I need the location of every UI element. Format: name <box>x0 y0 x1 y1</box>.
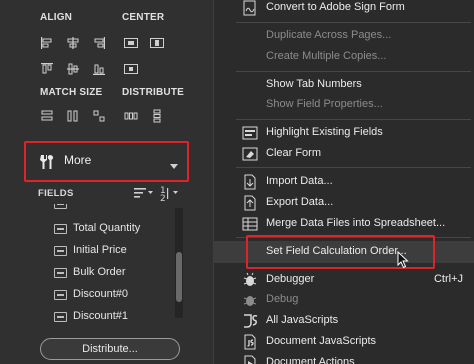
menu-item-label: Document Actions <box>266 356 355 364</box>
text-field-icon <box>54 246 67 256</box>
match-width-icon[interactable] <box>40 109 54 123</box>
match-both-icon[interactable] <box>92 109 106 123</box>
scrollbar-thumb[interactable] <box>176 252 182 302</box>
menu-item-create-multiple-copies[interactable]: Create Multiple Copies... <box>214 46 474 68</box>
list-item[interactable]: Discount#0 <box>50 286 174 304</box>
mouse-cursor-icon <box>397 250 409 269</box>
text-field-icon <box>54 268 67 278</box>
distribute-horizontal-icon[interactable] <box>124 109 138 123</box>
text-field-icon <box>54 224 67 234</box>
menu-item-label: Convert to Adobe Sign Form <box>266 1 405 13</box>
list-item[interactable]: Total Quantity <box>50 220 174 238</box>
sort-fields-icon[interactable] <box>134 186 154 200</box>
menu-divider <box>236 119 471 120</box>
center-horizontal-icon[interactable] <box>124 36 138 50</box>
menu-item-export-data[interactable]: Export Data... <box>214 192 474 214</box>
svg-text:2: 2 <box>160 194 166 202</box>
list-item[interactable]: Bulk Order <box>50 264 174 282</box>
menu-item-clear-form[interactable]: Clear Form <box>214 143 474 165</box>
document-javascript-icon <box>242 334 258 350</box>
merge-data-icon <box>242 216 258 232</box>
highlight-fields-icon <box>242 125 258 141</box>
menu-item-debug[interactable]: Debug <box>214 289 474 311</box>
menu-item-highlight-existing-fields[interactable]: Highlight Existing Fields <box>214 122 474 144</box>
menu-item-label: Debug <box>266 293 299 305</box>
align-bottom-icon[interactable] <box>92 62 106 76</box>
fields-label: FIELDS <box>38 188 74 199</box>
align-middle-icon[interactable] <box>66 62 80 76</box>
fields-list: Total Quantity Initial Price Bulk Order … <box>50 204 174 328</box>
field-label: Discount#0 <box>73 288 129 300</box>
tab-order-icon[interactable]: 12 <box>160 184 180 204</box>
menu-item-document-javascripts[interactable]: Document JavaScripts <box>214 331 474 353</box>
center-title: CENTER <box>122 12 165 23</box>
menu-divider <box>236 167 471 168</box>
match-size-title: MATCH SIZE <box>40 87 103 98</box>
menu-item-label: Debugger <box>266 273 315 285</box>
prepare-form-panel: ALIGN CENTER MATCH SIZE DISTRIBUTE More … <box>0 0 213 364</box>
menu-item-shortcut: Ctrl+J <box>433 273 463 285</box>
debug-icon <box>242 292 258 308</box>
text-field-icon <box>54 312 67 322</box>
menu-item-label: Duplicate Across Pages... <box>266 29 392 41</box>
menu-divider <box>236 22 471 23</box>
menu-item-show-tab-numbers[interactable]: Show Tab Numbers <box>214 74 474 96</box>
menu-item-label: Show Field Properties... <box>266 98 383 110</box>
list-item[interactable]: Discount#1 <box>50 308 174 326</box>
menu-divider <box>236 71 471 72</box>
menu-item-all-javascripts[interactable]: All JavaScripts <box>214 310 474 332</box>
distribute-vertical-icon[interactable] <box>150 109 164 123</box>
more-menu: Convert to Adobe Sign Form Duplicate Acr… <box>213 0 474 364</box>
menu-item-merge-data-files[interactable]: Merge Data Files into Spreadsheet... <box>214 213 474 235</box>
clear-form-icon <box>242 146 258 162</box>
menu-item-label: Show Tab Numbers <box>266 78 362 90</box>
highlight-box-more <box>24 141 189 182</box>
align-right-icon[interactable] <box>92 36 106 50</box>
field-label: Bulk Order <box>73 266 126 278</box>
menu-item-convert-to-adobe-sign[interactable]: Convert to Adobe Sign Form <box>214 0 474 19</box>
menu-item-show-field-properties[interactable]: Show Field Properties... <box>214 94 474 116</box>
distribute-title: DISTRIBUTE <box>122 87 184 98</box>
menu-item-label: Clear Form <box>266 147 322 159</box>
align-left-icon[interactable] <box>40 36 54 50</box>
distribute-button[interactable]: Distribute... <box>40 338 180 360</box>
center-both-icon[interactable] <box>124 62 138 76</box>
menu-item-document-actions[interactable]: Document Actions <box>214 352 474 364</box>
list-item[interactable]: Initial Price <box>50 242 174 260</box>
export-data-icon <box>242 195 258 211</box>
menu-item-label: All JavaScripts <box>266 314 339 326</box>
list-item[interactable] <box>50 204 174 213</box>
fields-scrollbar[interactable] <box>175 208 183 318</box>
center-vertical-icon[interactable] <box>150 36 164 50</box>
debugger-icon <box>242 272 258 288</box>
sign-form-icon <box>242 0 258 16</box>
menu-item-label: Highlight Existing Fields <box>266 126 383 138</box>
menu-item-duplicate-across-pages[interactable]: Duplicate Across Pages... <box>214 25 474 47</box>
text-field-icon <box>54 290 67 300</box>
align-title: ALIGN <box>40 12 73 23</box>
menu-item-label: Merge Data Files into Spreadsheet... <box>266 217 446 229</box>
menu-item-label: Create Multiple Copies... <box>266 50 387 62</box>
import-data-icon <box>242 174 258 190</box>
field-label: Initial Price <box>73 244 127 256</box>
menu-item-label: Import Data... <box>266 175 333 187</box>
menu-item-label: Document JavaScripts <box>266 335 377 347</box>
javascript-icon <box>242 313 258 329</box>
align-top-icon[interactable] <box>40 62 54 76</box>
field-label: Discount#1 <box>73 310 129 322</box>
document-actions-icon <box>242 355 258 364</box>
menu-item-import-data[interactable]: Import Data... <box>214 171 474 193</box>
menu-item-debugger[interactable]: Debugger Ctrl+J <box>214 269 474 291</box>
align-center-icon[interactable] <box>66 36 80 50</box>
field-label: Total Quantity <box>73 222 141 234</box>
menu-item-label: Export Data... <box>266 196 334 208</box>
match-height-icon[interactable] <box>66 109 80 123</box>
text-field-icon <box>54 204 67 209</box>
